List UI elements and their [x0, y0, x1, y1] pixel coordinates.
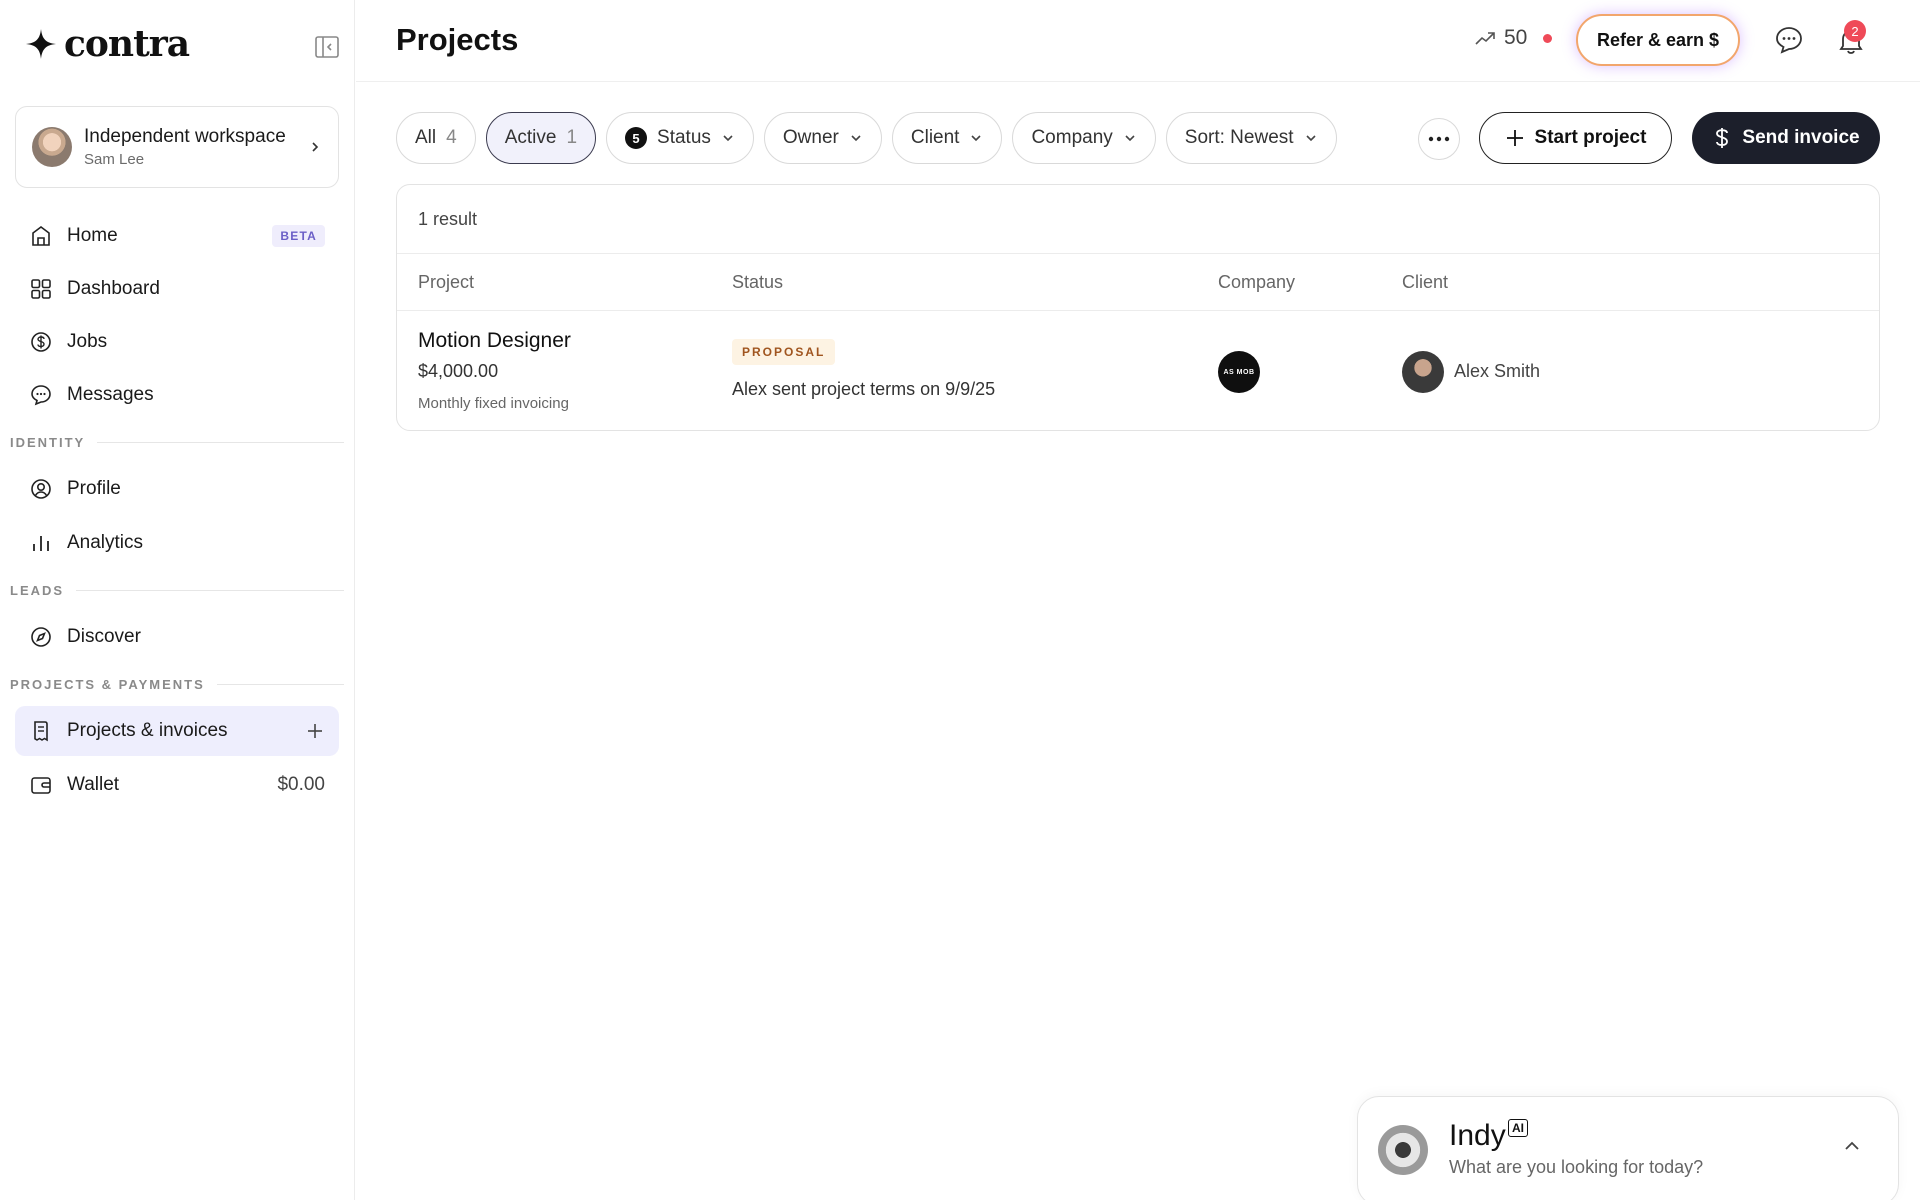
page-header: Projects 50 Refer & earn $ 2: [356, 0, 1920, 82]
company-logo: AS MOB: [1218, 351, 1260, 393]
chat-icon[interactable]: [1773, 24, 1805, 56]
sidebar-item-analytics[interactable]: Analytics: [15, 518, 339, 568]
compass-icon: [31, 627, 51, 647]
start-project-button[interactable]: Start project: [1479, 112, 1672, 164]
sidebar-item-projects-invoices[interactable]: Projects & invoices: [15, 706, 339, 756]
indy-assistant-panel[interactable]: Indy AI What are you looking for today?: [1357, 1096, 1899, 1200]
status-filter-count-badge: 5: [625, 127, 648, 149]
workspace-title: Independent workspace: [84, 126, 286, 147]
filter-company-dropdown[interactable]: Company: [1012, 112, 1156, 164]
chevron-up-icon[interactable]: [1841, 1135, 1863, 1157]
activity-score[interactable]: 50: [1474, 26, 1553, 50]
filter-client-dropdown[interactable]: Client: [891, 112, 1003, 164]
filter-count: 1: [566, 127, 578, 148]
status-description: Alex sent project terms on 9/9/25: [732, 379, 996, 399]
plus-icon: [1506, 130, 1523, 146]
client-name: Alex Smith: [1454, 361, 1541, 381]
sidebar-item-discover[interactable]: Discover: [15, 612, 339, 662]
plus-icon[interactable]: [305, 721, 325, 741]
status-badge: PROPOSAL: [732, 339, 836, 365]
sidebar-item-label: Profile: [67, 478, 121, 499]
sidebar-item-dashboard[interactable]: Dashboard: [15, 264, 339, 314]
section-projects-payments: PROJECTS & PAYMENTS: [10, 677, 344, 692]
sidebar-item-label: Dashboard: [67, 278, 160, 299]
table-header: Project Status Company Client: [397, 253, 1879, 311]
wallet-balance: $0.00: [277, 774, 325, 795]
score-value: 50: [1504, 26, 1528, 49]
result-count: 1 result: [418, 209, 478, 229]
send-invoice-button[interactable]: Send invoice: [1692, 112, 1880, 164]
sidebar-item-wallet[interactable]: Wallet $0.00: [15, 760, 339, 810]
brand-name: contra: [64, 23, 190, 65]
client-avatar: [1402, 351, 1444, 393]
chevron-right-icon: [312, 142, 319, 152]
column-header-status[interactable]: Status: [732, 272, 783, 293]
sidebar-item-label: Discover: [67, 626, 141, 647]
chevron-down-icon: [851, 135, 861, 142]
message-bubble-icon: [31, 385, 51, 406]
sidebar-item-label: Messages: [67, 384, 154, 405]
bar-chart-icon: [33, 536, 49, 551]
projects-table: 1 result Project Status Company Client M…: [396, 184, 1880, 431]
sidebar-item-jobs[interactable]: Jobs: [15, 317, 339, 367]
wallet-icon: [31, 777, 51, 794]
collapse-sidebar-icon[interactable]: [314, 34, 340, 60]
avatar: [32, 127, 72, 167]
sidebar-item-label: Home: [67, 225, 118, 246]
home-icon: [32, 226, 50, 246]
table-row[interactable]: Motion Designer $4,000.00 Monthly fixed …: [397, 311, 1879, 430]
sidebar-item-label: Wallet: [67, 774, 120, 795]
contra-logo[interactable]: contra: [24, 23, 190, 65]
trending-up-icon: [1475, 32, 1495, 45]
dollar-circle-icon: [31, 332, 51, 352]
chevron-down-icon: [971, 135, 982, 142]
filter-owner-dropdown[interactable]: Owner: [763, 112, 882, 164]
indy-avatar: [1378, 1125, 1428, 1175]
chevron-down-icon: [723, 135, 733, 142]
section-leads: LEADS: [10, 583, 344, 598]
filter-all[interactable]: All 4: [396, 112, 476, 164]
project-amount: $4,000.00: [418, 361, 499, 381]
beta-badge: BETA: [272, 225, 325, 247]
workspace-switcher[interactable]: Independent workspace Sam Lee: [15, 106, 339, 188]
ai-tag: AI: [1508, 1119, 1528, 1137]
sidebar-item-home[interactable]: Home BETA: [15, 211, 339, 261]
user-circle-icon: [31, 479, 51, 499]
refer-earn-button[interactable]: Refer & earn $: [1576, 14, 1740, 66]
sidebar-item-messages[interactable]: Messages: [15, 370, 339, 420]
project-invoicing-type: Monthly fixed invoicing: [418, 395, 569, 412]
sparkle-logo-icon: [26, 29, 56, 59]
project-title[interactable]: Motion Designer: [418, 329, 571, 353]
column-header-project[interactable]: Project: [418, 272, 474, 293]
filter-status-dropdown[interactable]: 5 Status: [606, 112, 754, 164]
sort-dropdown[interactable]: Sort: Newest: [1165, 112, 1337, 164]
chevron-down-icon: [1305, 135, 1316, 142]
more-horizontal-icon: [1428, 136, 1450, 142]
sidebar-item-label: Analytics: [67, 532, 144, 553]
sidebar-item-label: Projects & invoices: [67, 720, 228, 741]
filter-bar: All 4 Active 1 5 Status Owner Client Com…: [396, 112, 1337, 164]
dollar-icon: [1716, 128, 1729, 148]
chevron-down-icon: [1125, 135, 1135, 142]
notification-count-badge: 2: [1844, 20, 1866, 42]
dashboard-grid-icon: [31, 279, 51, 299]
column-header-company[interactable]: Company: [1218, 272, 1295, 293]
column-header-client[interactable]: Client: [1402, 272, 1448, 293]
section-identity: IDENTITY: [10, 435, 344, 450]
indy-name: Indy: [1449, 1119, 1506, 1152]
filter-active[interactable]: Active 1: [485, 112, 597, 164]
sidebar-item-label: Jobs: [67, 331, 108, 352]
sidebar-item-profile[interactable]: Profile: [15, 464, 339, 514]
sidebar: contra Independent workspace Sam Lee Hom…: [0, 0, 355, 1200]
invoice-document-icon: [34, 721, 48, 742]
workspace-user: Sam Lee: [84, 151, 145, 168]
page-title: Projects: [396, 22, 519, 57]
status-dot: [1543, 33, 1553, 43]
filter-count: 4: [446, 127, 457, 148]
indy-prompt: What are you looking for today?: [1449, 1157, 1704, 1177]
more-options-button[interactable]: [1418, 118, 1460, 160]
